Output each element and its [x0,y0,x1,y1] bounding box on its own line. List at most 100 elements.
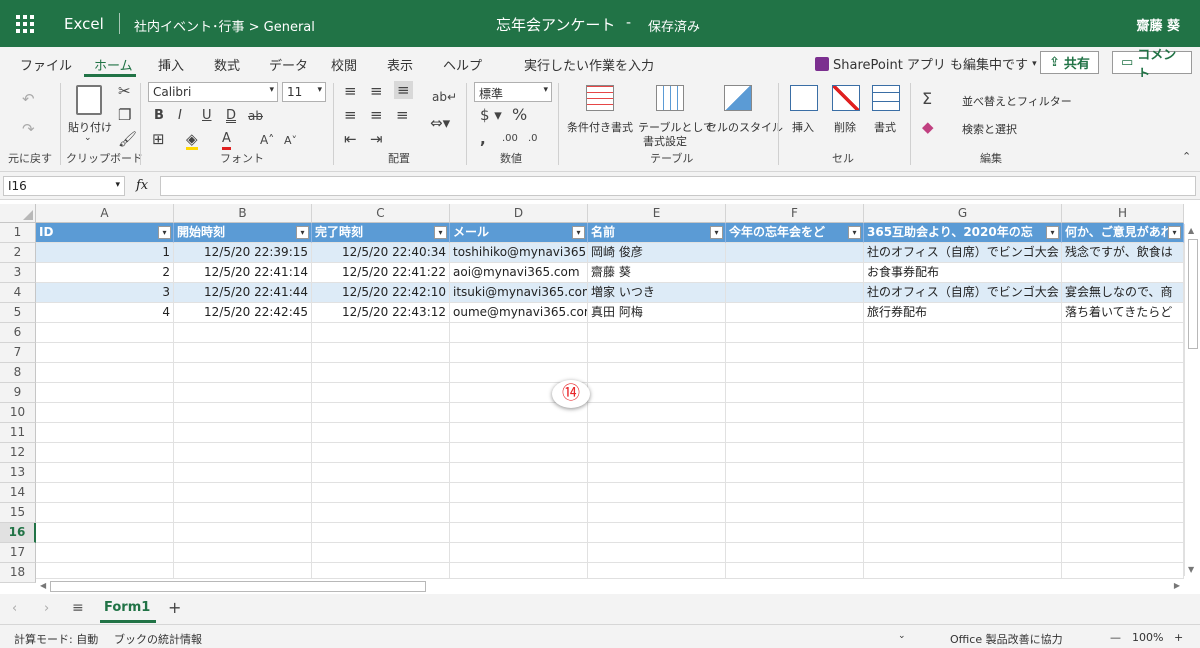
empty-cell[interactable] [174,403,312,423]
empty-cell[interactable] [1062,363,1184,383]
row-header-9[interactable]: 9 [0,383,36,403]
empty-cell[interactable] [174,443,312,463]
empty-cell[interactable] [1062,443,1184,463]
table-header-cell[interactable]: 名前 ▾ [588,223,726,243]
empty-cell[interactable] [450,423,588,443]
tab-home[interactable]: ホーム [94,55,133,74]
empty-cell[interactable] [174,363,312,383]
horizontal-scrollbar[interactable]: ◀ ▶ [36,578,1184,594]
empty-cell[interactable] [588,503,726,523]
horizontal-scroll-thumb[interactable] [50,581,426,592]
find-select-button[interactable]: 検索と選択 [962,121,1017,137]
empty-cell[interactable] [726,363,864,383]
empty-cell[interactable] [36,343,174,363]
table-cell[interactable]: 12/5/20 22:42:10 [312,283,450,303]
row-header-10[interactable]: 10 [0,403,36,423]
undo-icon[interactable]: ↶ [22,91,35,107]
tab-help[interactable]: ヘルプ [443,55,482,74]
column-header-e[interactable]: E [588,204,726,223]
empty-cell[interactable] [1062,423,1184,443]
table-cell[interactable]: 1 [36,243,174,263]
empty-cell[interactable] [1062,543,1184,563]
empty-cell[interactable] [312,383,450,403]
next-sheet-icon[interactable]: › [44,601,49,616]
empty-cell[interactable] [588,323,726,343]
table-cell[interactable] [726,243,864,263]
borders-icon[interactable]: ⊞ [152,131,165,147]
empty-cell[interactable] [1062,483,1184,503]
table-cell[interactable]: aoi@mynavi365.com [450,263,588,283]
decrease-indent-icon[interactable]: ⇤ [344,131,357,147]
name-box[interactable]: I16 ▾ [3,176,125,196]
empty-cell[interactable] [174,523,312,543]
tell-me-input[interactable]: 実行したい作業を入力 [524,55,654,74]
table-cell[interactable]: 12/5/20 22:39:15 [174,243,312,263]
table-cell[interactable] [726,263,864,283]
empty-cell[interactable] [36,443,174,463]
row-header-17[interactable]: 17 [0,543,36,563]
tab-file[interactable]: ファイル [20,55,72,74]
empty-cell[interactable] [450,343,588,363]
empty-cell[interactable] [174,543,312,563]
table-cell[interactable]: 社のオフィス（自席）でビンゴ大会 [864,283,1062,303]
autosum-icon[interactable]: Σ [922,91,932,107]
empty-cell[interactable] [726,483,864,503]
row-header-3[interactable]: 3 [0,263,36,283]
row-header-14[interactable]: 14 [0,483,36,503]
delete-cells-icon[interactable] [832,85,860,111]
format-painter-icon[interactable]: 🖌 [118,131,137,147]
empty-cell[interactable] [726,343,864,363]
comment-button[interactable]: ▭ コメント [1112,48,1192,82]
strikethrough-icon[interactable]: ab [248,108,263,124]
table-header-cell[interactable]: メール ▾ [450,223,588,243]
conditional-format-icon[interactable] [586,85,614,111]
empty-cell[interactable] [726,463,864,483]
empty-cell[interactable] [588,423,726,443]
empty-cell[interactable] [36,503,174,523]
filter-dropdown-icon[interactable]: ▾ [1046,226,1059,239]
empty-cell[interactable] [36,403,174,423]
number-format-select[interactable]: 標準 ▾ [474,82,552,102]
empty-cell[interactable] [726,503,864,523]
empty-cell[interactable] [588,383,726,403]
table-header-cell[interactable]: ID ▾ [36,223,174,243]
vertical-scroll-thumb[interactable] [1188,239,1198,349]
empty-cell[interactable] [1062,523,1184,543]
empty-cell[interactable] [588,443,726,463]
empty-cell[interactable] [726,423,864,443]
user-name[interactable]: 齋藤 葵 [1136,15,1180,34]
table-cell[interactable]: 12/5/20 22:41:14 [174,263,312,283]
decrease-decimal-icon[interactable]: .0 [528,131,538,147]
scroll-up-icon[interactable]: ▲ [1188,226,1194,235]
table-cell[interactable]: 12/5/20 22:40:34 [312,243,450,263]
zoom-level[interactable]: 100% [1132,631,1163,644]
empty-cell[interactable] [450,323,588,343]
table-cell[interactable]: 12/5/20 22:41:44 [174,283,312,303]
clear-icon[interactable]: ◆ [922,119,934,135]
empty-cell[interactable] [312,443,450,463]
font-size-select[interactable]: 11 ▾ [282,82,326,102]
table-header-cell[interactable]: 何か、ご意見があれ ▾ [1062,223,1184,243]
empty-cell[interactable] [588,463,726,483]
empty-cell[interactable] [1062,323,1184,343]
empty-cell[interactable] [312,423,450,443]
table-cell[interactable]: 真田 阿梅 [588,303,726,323]
breadcrumb[interactable]: 社内イベント･行事 > General [134,16,315,35]
tab-formulas[interactable]: 数式 [214,55,240,74]
table-cell[interactable]: 増家 いつき [588,283,726,303]
empty-cell[interactable] [312,483,450,503]
align-middle-icon[interactable]: ≡ [370,83,383,99]
empty-cell[interactable] [588,523,726,543]
empty-cell[interactable] [450,503,588,523]
app-name[interactable]: Excel [64,15,104,33]
row-header-7[interactable]: 7 [0,343,36,363]
fill-color-icon[interactable]: ◈ [186,131,198,150]
align-center-icon[interactable]: ≡ [370,107,383,123]
merge-center-icon[interactable]: ⇔▾ [430,115,450,131]
table-cell[interactable]: 12/5/20 22:42:45 [174,303,312,323]
empty-cell[interactable] [864,503,1062,523]
table-cell[interactable]: 12/5/20 22:43:12 [312,303,450,323]
empty-cell[interactable] [1062,463,1184,483]
empty-cell[interactable] [864,443,1062,463]
row-header-1[interactable]: 1 [0,223,36,243]
